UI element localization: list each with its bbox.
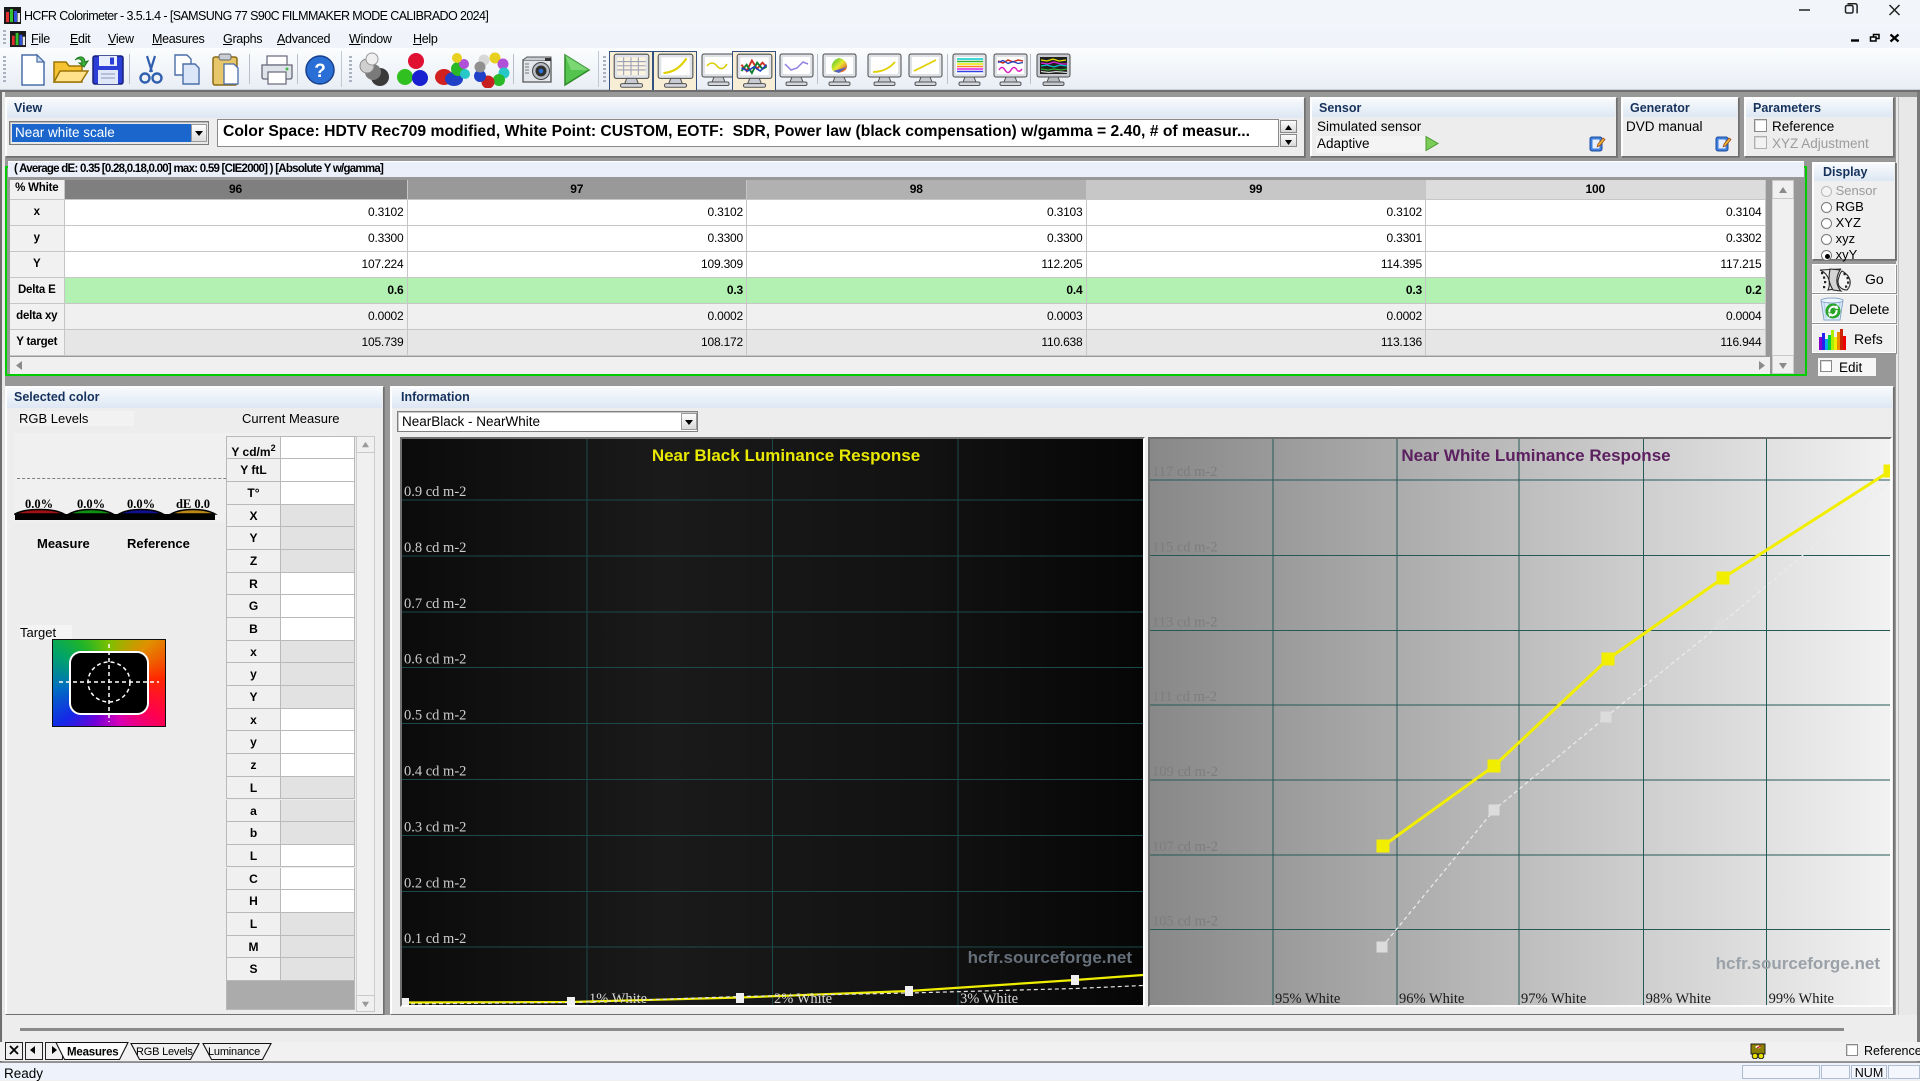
- svg-text:105 cd m-2: 105 cd m-2: [1152, 914, 1218, 930]
- svg-text:97% White: 97% White: [1521, 991, 1586, 1007]
- svg-text:0.1 cd m-2: 0.1 cd m-2: [404, 931, 466, 947]
- svg-text:Luminance: Luminance: [208, 1046, 260, 1058]
- svg-text:111 cd m-2: 111 cd m-2: [1152, 689, 1217, 705]
- svg-text:?: ?: [314, 61, 326, 82]
- svg-text:0.3 cd m-2: 0.3 cd m-2: [404, 819, 466, 835]
- svg-text:0.6 cd m-2: 0.6 cd m-2: [404, 652, 466, 668]
- svg-text:RGB Levels: RGB Levels: [136, 1046, 193, 1058]
- svg-text:0.8 cd m-2: 0.8 cd m-2: [404, 540, 466, 556]
- svg-text:Near Black Luminance Response: Near Black Luminance Response: [652, 446, 920, 465]
- svg-text:hcfr.sourceforge.net: hcfr.sourceforge.net: [1716, 954, 1881, 973]
- svg-text:0.9 cd m-2: 0.9 cd m-2: [404, 484, 466, 500]
- svg-text:1% White: 1% White: [589, 991, 647, 1007]
- svg-text:117 cd m-2: 117 cd m-2: [1152, 464, 1218, 480]
- svg-text:109 cd m-2: 109 cd m-2: [1152, 764, 1218, 780]
- svg-text:115 cd m-2: 115 cd m-2: [1152, 539, 1218, 555]
- svg-text:0.4 cd m-2: 0.4 cd m-2: [404, 764, 466, 780]
- svg-text:113 cd m-2: 113 cd m-2: [1152, 615, 1218, 631]
- svg-text:96% White: 96% White: [1399, 991, 1464, 1007]
- svg-text:Near White Luminance Response: Near White Luminance Response: [1401, 446, 1670, 465]
- svg-text:95% White: 95% White: [1275, 991, 1340, 1007]
- svg-text:3% White: 3% White: [960, 991, 1018, 1007]
- svg-text:0.5 cd m-2: 0.5 cd m-2: [404, 708, 466, 724]
- svg-text:0.7 cd m-2: 0.7 cd m-2: [404, 596, 466, 612]
- svg-text:0.2 cd m-2: 0.2 cd m-2: [404, 875, 466, 891]
- svg-text:Measures: Measures: [67, 1047, 118, 1059]
- svg-text:99% White: 99% White: [1769, 991, 1834, 1007]
- svg-text:hcfr.sourceforge.net: hcfr.sourceforge.net: [968, 948, 1133, 967]
- svg-text:107 cd m-2: 107 cd m-2: [1152, 839, 1218, 855]
- svg-text:98% White: 98% White: [1646, 991, 1711, 1007]
